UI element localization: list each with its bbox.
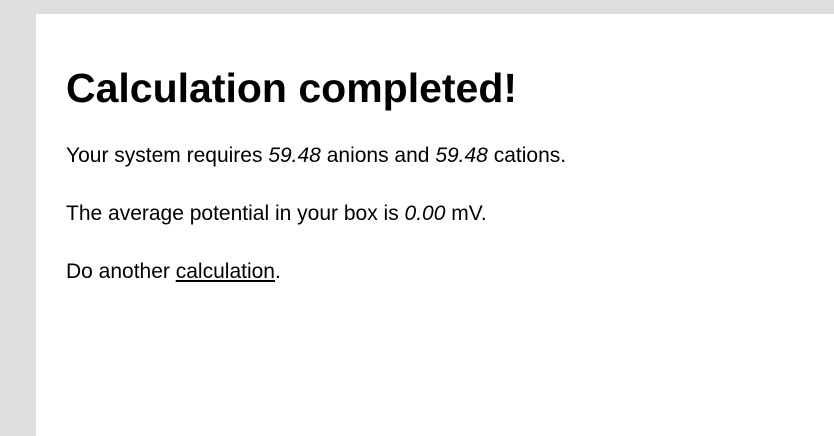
new-calculation-suffix: .	[274, 260, 281, 283]
page-title: Calculation completed!	[66, 65, 518, 111]
content-panel: Calculation completed! Your system requi…	[36, 14, 834, 436]
anions-value: 59.48	[268, 144, 321, 167]
potential-prefix: The average potential in your box is	[66, 202, 405, 225]
cations-value: 59.48	[435, 144, 488, 167]
potential-text: The average potential in your box is 0.0…	[66, 200, 487, 228]
ion-requirement-text: Your system requires 59.48 anions and 59…	[66, 142, 566, 170]
ion-requirement-prefix: Your system requires	[66, 144, 269, 167]
ion-requirement-middle: anions and	[320, 144, 436, 167]
ion-requirement-suffix: cations.	[487, 144, 567, 167]
calculation-link[interactable]: calculation	[176, 260, 275, 283]
potential-suffix: mV.	[445, 202, 487, 225]
new-calculation-text: Do another calculation.	[66, 258, 281, 286]
new-calculation-prefix: Do another	[66, 260, 176, 283]
potential-value: 0.00	[404, 202, 446, 225]
